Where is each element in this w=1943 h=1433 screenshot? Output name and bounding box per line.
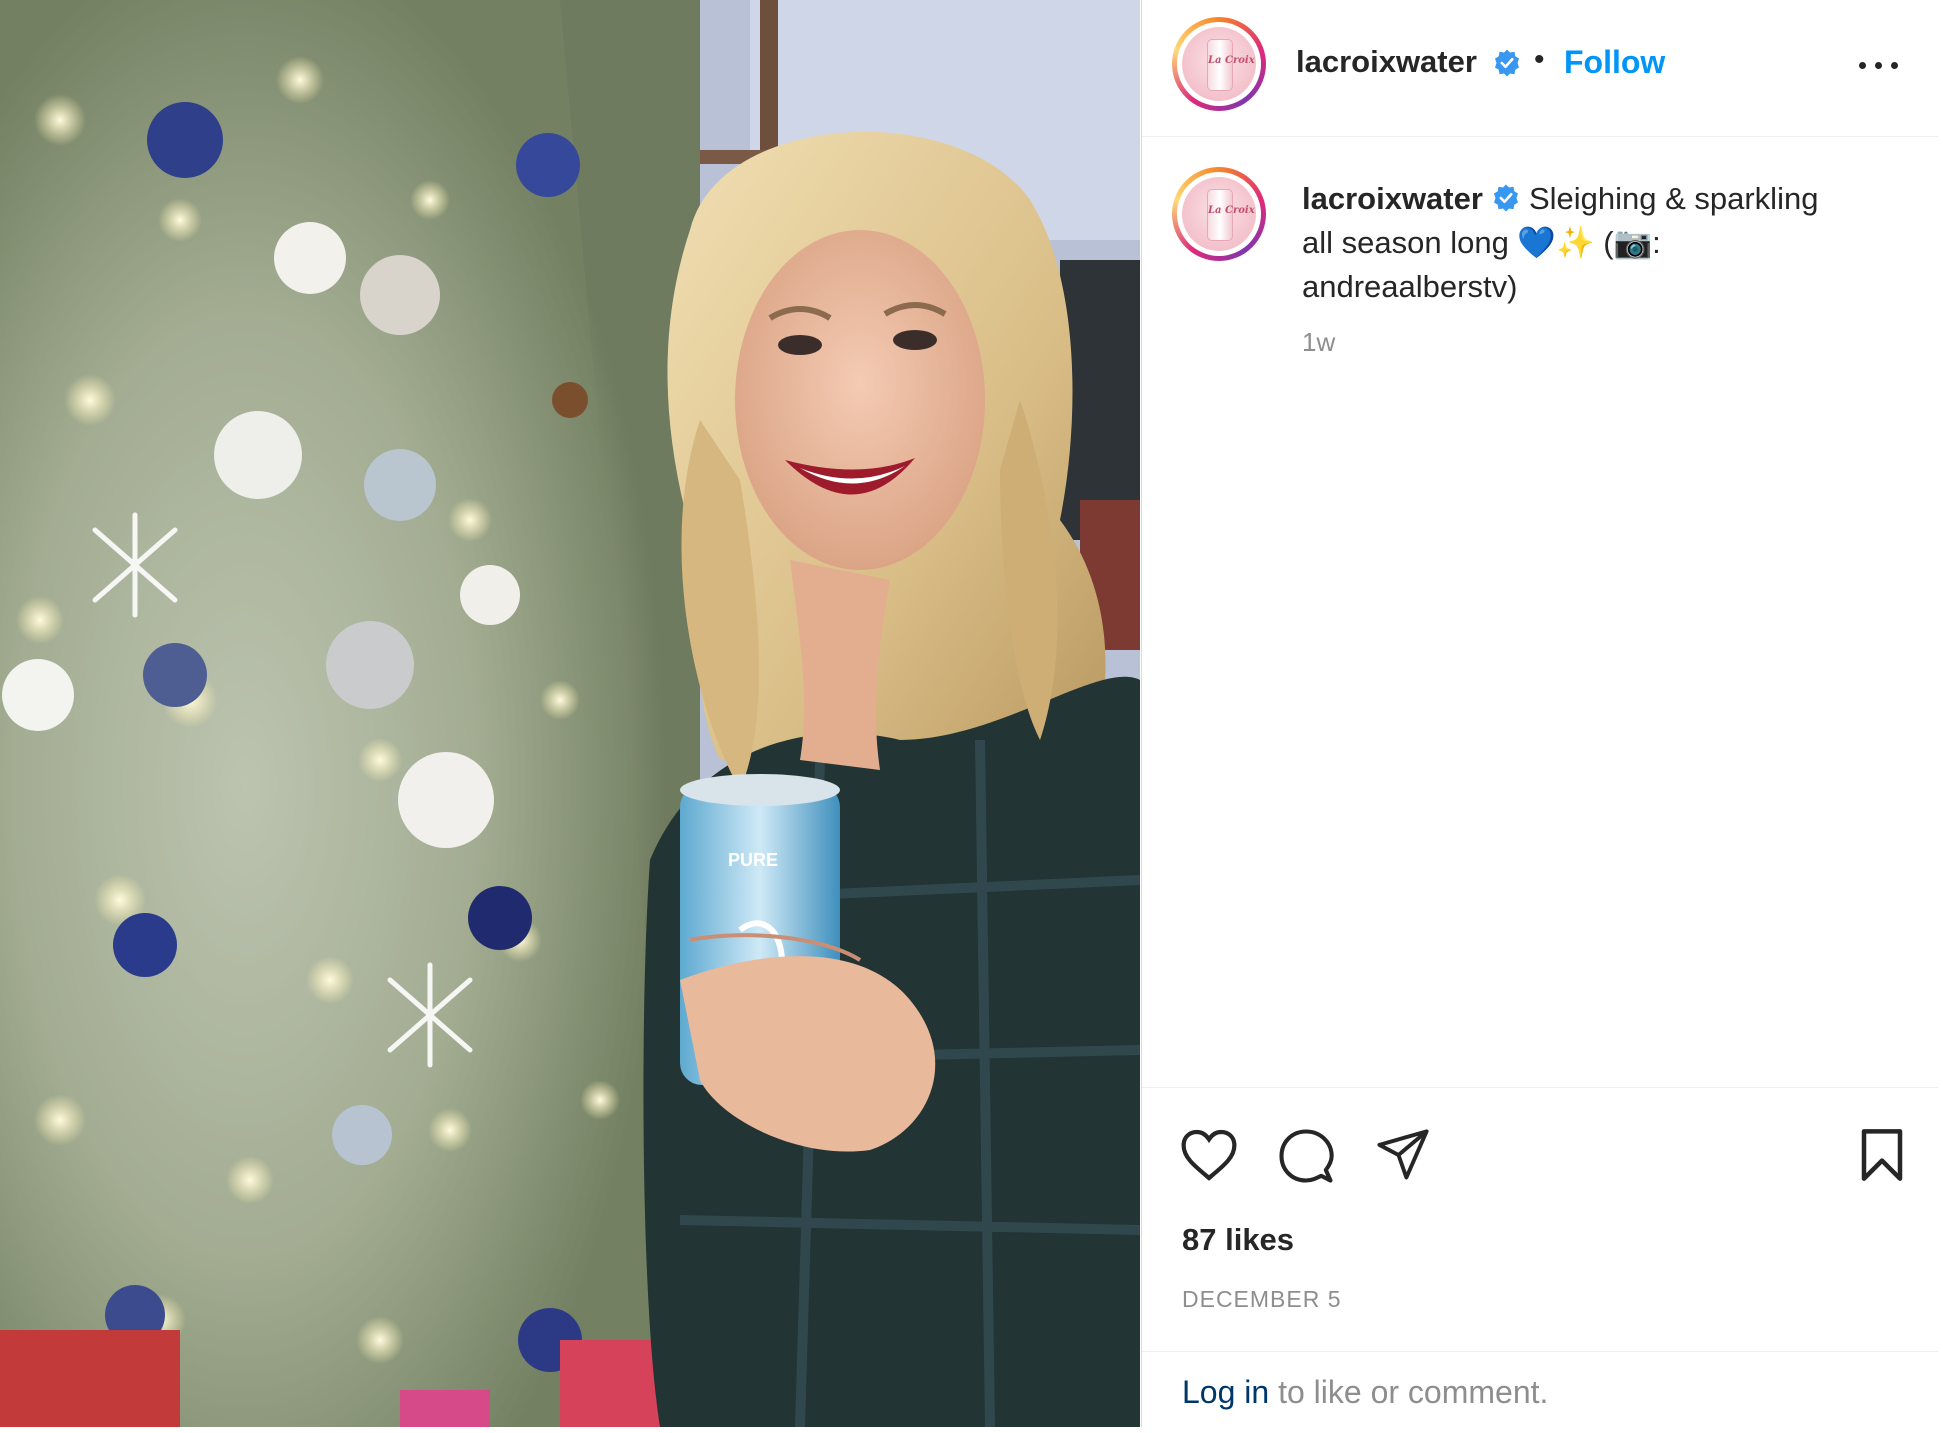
action-bar (1142, 1087, 1938, 1228)
separator-dot: • (1534, 43, 1545, 76)
avatar-logo: La Croix (1208, 55, 1255, 66)
login-link[interactable]: Log in (1182, 1374, 1269, 1410)
caption-timestamp[interactable]: 1w (1302, 327, 1335, 358)
caption-line-2: all season long 💙✨ (📷: (1302, 225, 1661, 260)
post-photo[interactable]: PURE (0, 0, 1140, 1427)
caption-line-1: Sleighing & sparkling (1528, 181, 1819, 216)
can-brand-text: PURE (728, 850, 778, 870)
caption-username-link[interactable]: lacroixwater (1302, 181, 1483, 216)
caption-avatar[interactable]: La Croix (1172, 167, 1266, 261)
bookmark-icon[interactable] (1859, 1128, 1905, 1182)
caption-verified-icon (1493, 184, 1518, 212)
share-icon[interactable] (1376, 1128, 1430, 1182)
post-side-panel: La Croix lacroixwater • Follow La Croix … (1141, 0, 1938, 1427)
avatar[interactable]: La Croix (1172, 17, 1266, 111)
photo-illustration: PURE (0, 0, 1140, 1427)
heart-icon[interactable] (1180, 1128, 1238, 1182)
likes-count[interactable]: 87 likes (1182, 1222, 1294, 1258)
follow-button[interactable]: Follow (1564, 44, 1665, 81)
post-header: La Croix lacroixwater • Follow (1142, 0, 1938, 137)
more-options-icon[interactable] (1855, 50, 1903, 80)
login-prompt-text: to like or comment. (1269, 1374, 1549, 1410)
caption-text: lacroixwater Sleighing & sparkling all s… (1302, 177, 1902, 309)
caption-mention-link[interactable]: andreaalberstv) (1302, 269, 1517, 304)
comment-icon[interactable] (1278, 1128, 1334, 1184)
caption-section: La Croix lacroixwater Sleighing & sparkl… (1142, 137, 1938, 1087)
caption-avatar-logo: La Croix (1208, 205, 1255, 216)
username-link[interactable]: lacroixwater (1296, 44, 1477, 80)
post-date: DECEMBER 5 (1182, 1286, 1342, 1312)
login-prompt: Log in to like or comment. (1142, 1351, 1938, 1428)
verified-icon (1495, 49, 1519, 77)
